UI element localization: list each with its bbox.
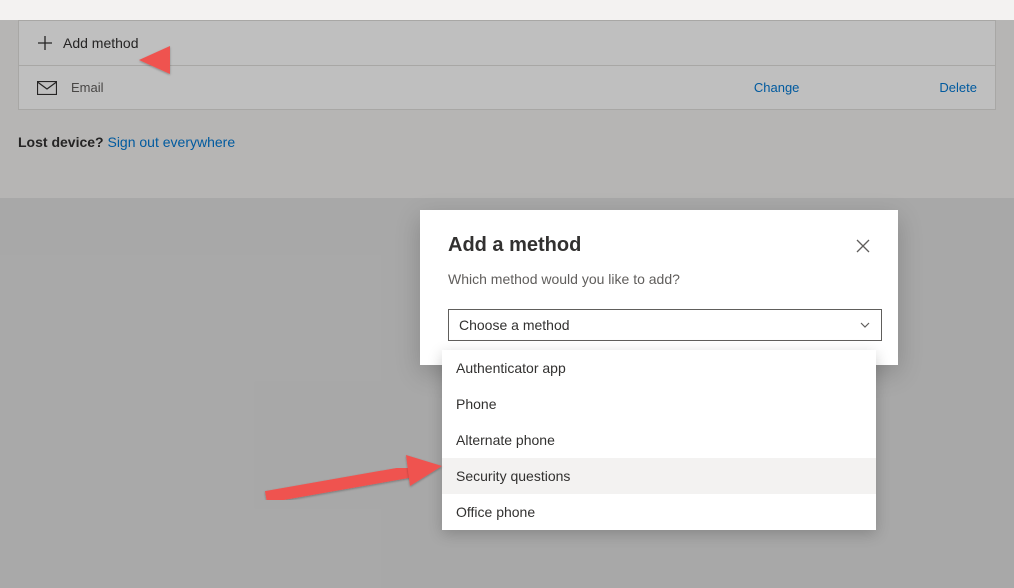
select-placeholder: Choose a method	[459, 317, 570, 333]
chevron-down-icon	[859, 319, 871, 331]
dropdown-option-office-phone[interactable]: Office phone	[442, 494, 876, 530]
close-icon[interactable]	[856, 239, 870, 253]
dialog-title: Add a method	[448, 234, 581, 257]
dropdown-option-alternate-phone[interactable]: Alternate phone	[442, 422, 876, 458]
dropdown-option-phone[interactable]: Phone	[442, 386, 876, 422]
method-dropdown: Authenticator app Phone Alternate phone …	[442, 350, 876, 530]
add-method-dialog: Add a method Which method would you like…	[420, 210, 898, 365]
dropdown-option-security-questions[interactable]: Security questions	[442, 458, 876, 494]
dropdown-option-authenticator[interactable]: Authenticator app	[442, 350, 876, 386]
method-select[interactable]: Choose a method	[448, 309, 882, 341]
dialog-subtitle: Which method would you like to add?	[448, 271, 870, 287]
